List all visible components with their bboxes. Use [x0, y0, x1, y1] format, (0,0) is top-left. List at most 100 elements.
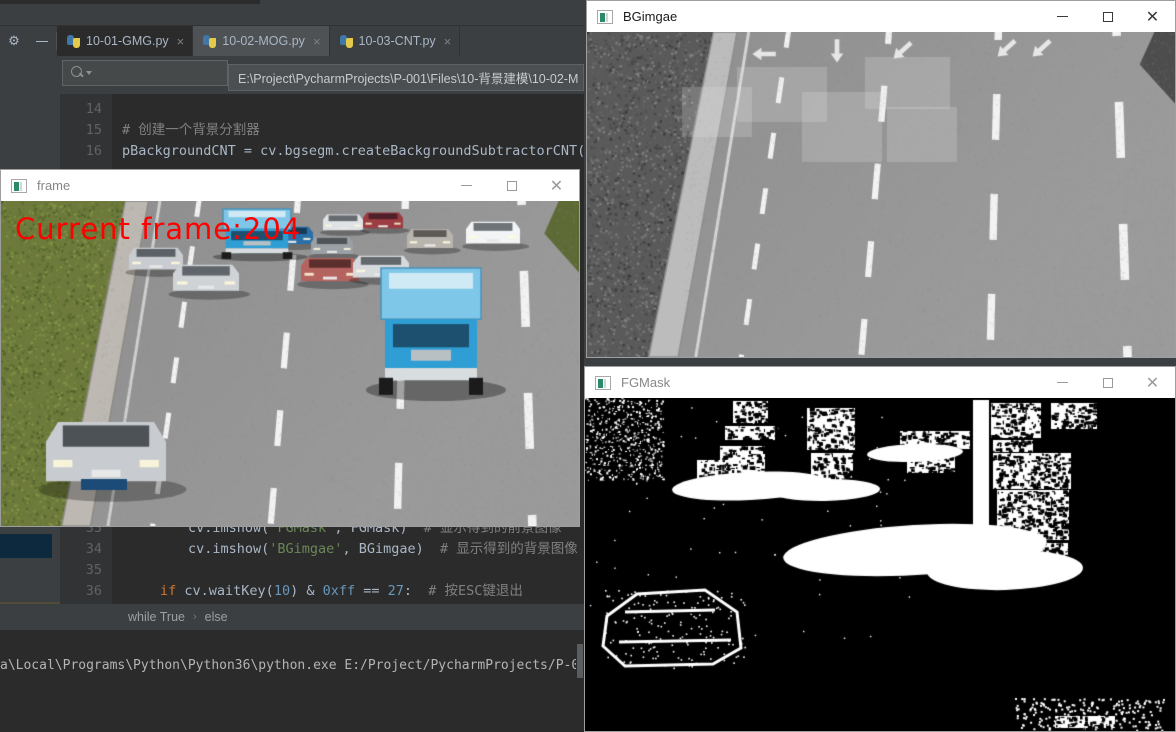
- minimize-button[interactable]: [1040, 367, 1085, 398]
- code-line-16: pBackgroundCNT = cv.bgsegm.createBackgro…: [122, 141, 584, 162]
- ide-top-strip-dark-region: [0, 0, 260, 4]
- close-button[interactable]: ✕: [1130, 1, 1175, 32]
- editor-tab-bar: ⚙ 10-01-GMG.py × 10-02-MOG.py × 10-03-CN…: [0, 26, 584, 56]
- breadcrumb-item-else[interactable]: else: [205, 610, 228, 624]
- frame-content: Current frame:204: [1, 201, 579, 526]
- maximize-button[interactable]: [1085, 1, 1130, 32]
- background-model-image: [587, 32, 1175, 357]
- console-scrollbar-thumb[interactable]: [577, 644, 583, 678]
- window-title: FGMask: [621, 375, 671, 390]
- breadcrumb-item-while[interactable]: while True: [128, 610, 185, 624]
- bgimgae-window[interactable]: BGimgae ✕: [586, 0, 1176, 358]
- frame-counter-overlay: Current frame:204: [15, 212, 302, 246]
- window-controls: ✕: [1040, 367, 1175, 398]
- code-line-34: cv.imshow('BGimgae', BGimgae) # 显示得到的背景图…: [188, 539, 578, 560]
- line-number: 35: [85, 562, 102, 578]
- minus-icon: [36, 40, 48, 42]
- code-call: cv.waitKey(: [176, 583, 274, 599]
- search-input[interactable]: [62, 60, 228, 86]
- code-number: 10: [273, 583, 291, 599]
- window-controls: ✕: [1040, 1, 1175, 32]
- line-number: 16: [85, 143, 102, 159]
- close-button[interactable]: ✕: [1130, 367, 1175, 398]
- chevron-right-icon: ›: [192, 611, 197, 623]
- minimize-icon: [1057, 16, 1068, 17]
- minimize-tool-button[interactable]: [28, 26, 56, 56]
- current-frame-image: [1, 201, 579, 526]
- window-title: BGimgae: [623, 9, 678, 24]
- code-keyword: if: [160, 583, 177, 599]
- close-icon: ✕: [549, 175, 564, 195]
- maximize-button[interactable]: [489, 170, 534, 201]
- minimize-icon: [461, 185, 472, 186]
- fgmask-window[interactable]: FGMask ✕: [584, 366, 1176, 732]
- python-file-icon: [67, 34, 80, 48]
- console-scrollbar-track[interactable]: [576, 630, 584, 732]
- maximize-icon: [1102, 11, 1113, 22]
- bgimgae-title-bar[interactable]: BGimgae ✕: [587, 1, 1175, 32]
- frame-window[interactable]: frame ✕ Current frame:204: [0, 169, 580, 527]
- search-icon: [71, 66, 92, 80]
- editor-tab-10-01-gmg[interactable]: 10-01-GMG.py ×: [57, 26, 194, 56]
- python-file-icon: [203, 34, 217, 48]
- close-icon: ✕: [1145, 6, 1160, 26]
- bgimgae-content: [587, 32, 1175, 357]
- opencv-window-icon: [11, 178, 27, 193]
- maximize-icon: [506, 180, 517, 191]
- fgmask-content: [585, 398, 1175, 731]
- maximize-icon: [1102, 377, 1113, 388]
- run-console[interactable]: a\Local\Programs\Python\Python36\python.…: [0, 630, 584, 732]
- settings-button[interactable]: ⚙: [0, 26, 28, 56]
- close-icon[interactable]: ×: [177, 34, 185, 49]
- editor-tab-10-02-mog[interactable]: 10-02-MOG.py ×: [193, 26, 330, 56]
- window-title: frame: [37, 178, 71, 193]
- code-operator: ) &: [290, 583, 323, 599]
- ide-top-strip: [0, 0, 584, 26]
- line-number: 36: [85, 583, 102, 599]
- minimize-button[interactable]: [444, 170, 489, 201]
- minimize-icon: [1057, 382, 1068, 383]
- code-line-15: # 创建一个背景分割器: [122, 120, 260, 141]
- minimize-button[interactable]: [1040, 1, 1085, 32]
- opencv-window-icon: [597, 9, 613, 24]
- editor-tab-label: 10-02-MOG.py: [222, 34, 305, 48]
- close-icon[interactable]: ×: [444, 34, 452, 49]
- code-comment: # 按ESC键退出: [428, 583, 523, 599]
- close-icon: ✕: [1145, 372, 1160, 392]
- close-icon[interactable]: ×: [313, 34, 321, 49]
- editor-tab-label: 10-03-CNT.py: [358, 34, 436, 48]
- code-call: cv.imshow(: [188, 541, 270, 557]
- file-path-tooltip: E:\Project\PycharmProjects\P-001\Files\1…: [228, 64, 584, 91]
- code-number: 27: [387, 583, 404, 599]
- python-file-icon: [339, 34, 353, 48]
- opencv-window-icon: [595, 375, 611, 390]
- code-comment: # 创建一个背景分割器: [122, 122, 260, 138]
- breadcrumb: while True › else: [0, 604, 584, 630]
- console-output-line: a\Local\Programs\Python\Python36\python.…: [0, 658, 580, 673]
- window-controls: ✕: [444, 170, 579, 201]
- code-args: , BGimgae): [342, 541, 424, 557]
- fgmask-title-bar[interactable]: FGMask ✕: [585, 367, 1175, 398]
- code-operator: ==: [355, 583, 388, 599]
- frame-title-bar[interactable]: frame ✕: [1, 170, 579, 201]
- close-button[interactable]: ✕: [534, 170, 579, 201]
- foreground-mask-image: [585, 398, 1175, 731]
- maximize-button[interactable]: [1085, 367, 1130, 398]
- code-string: 'BGimgae': [269, 541, 343, 557]
- code-comment: # 显示得到的背景图像: [439, 541, 578, 557]
- code-number: 0xff: [322, 583, 356, 599]
- screen: ⚙ 10-01-GMG.py × 10-02-MOG.py × 10-03-CN…: [0, 0, 1176, 732]
- editor-left-panel-selection: [0, 534, 52, 558]
- code-line-36: if cv.waitKey(10) & 0xff == 27: # 按ESC键退…: [160, 581, 523, 602]
- code-colon: :: [403, 583, 413, 599]
- code-statement: pBackgroundCNT = cv.bgsegm.createBackgro…: [122, 143, 584, 159]
- chevron-down-icon: [86, 71, 92, 75]
- line-number: 34: [85, 541, 102, 557]
- line-number: 15: [85, 122, 102, 138]
- line-number: 14: [85, 101, 102, 117]
- editor-tab-10-03-cnt[interactable]: 10-03-CNT.py ×: [330, 26, 461, 56]
- gear-icon: ⚙: [8, 33, 20, 48]
- editor-tab-label: 10-01-GMG.py: [86, 34, 169, 48]
